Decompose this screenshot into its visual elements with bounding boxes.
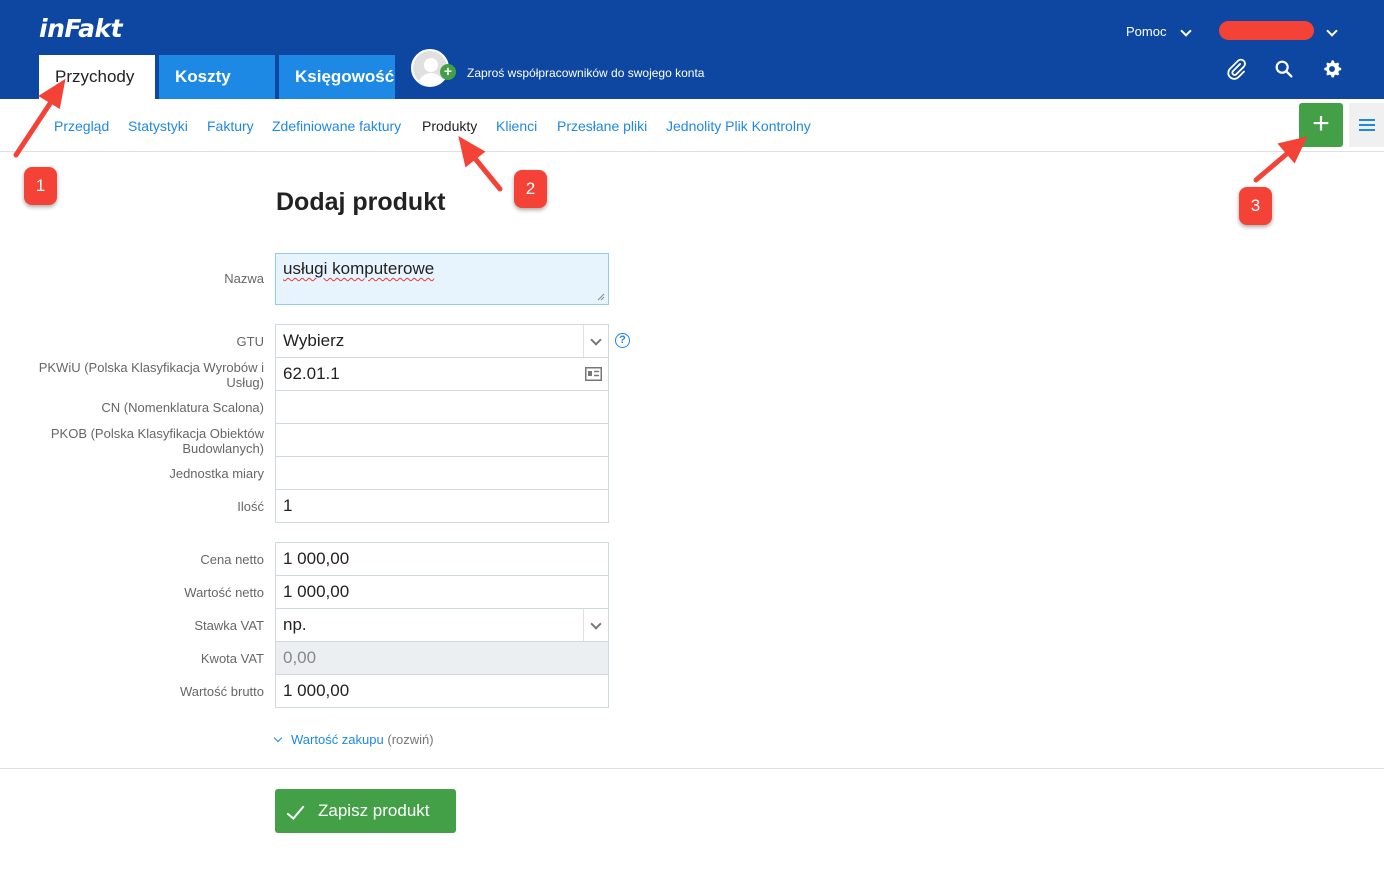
divider	[0, 768, 1384, 769]
annotation-badge-3: 3	[1239, 187, 1272, 225]
subnav-statystyki[interactable]: Statystyki	[128, 118, 188, 134]
vat-rate-value: np.	[283, 615, 307, 634]
label-cn: CN (Nomenklatura Scalona)	[101, 400, 264, 415]
vat-amount-value: 0,00	[283, 648, 317, 667]
help-icon[interactable]: ?	[615, 333, 630, 348]
gtu-select[interactable]: Wybierz	[275, 324, 609, 358]
label-kwota-vat: Kwota VAT	[200, 651, 264, 666]
expand-suffix: (rozwiń)	[387, 732, 434, 747]
gross-value-input[interactable]: 1 000,00	[275, 674, 609, 708]
net-value-value: 1 000,00	[283, 582, 350, 601]
label-cena-netto: Cena netto	[200, 552, 264, 567]
top-header: inFakt Przychody Koszty Księgowość + Zap…	[0, 0, 1384, 99]
cn-input[interactable]	[275, 390, 609, 424]
subnav-klienci[interactable]: Klienci	[496, 118, 537, 134]
net-price-input[interactable]: 1 000,00	[275, 542, 609, 576]
tab-koszty[interactable]: Koszty	[159, 55, 275, 99]
label-stawka-vat: Stawka VAT	[194, 618, 264, 633]
label-wartosc-netto: Wartość netto	[184, 585, 264, 600]
name-value: usługi komputerowe	[283, 259, 435, 278]
page-title: Dodaj produkt	[276, 188, 446, 216]
unit-input[interactable]	[275, 456, 609, 490]
label-ilosc: Ilość	[237, 499, 264, 514]
save-product-button[interactable]: Zapisz produkt	[275, 789, 456, 833]
tab-label: Przychody	[55, 67, 135, 86]
tab-ksiegowosc[interactable]: Księgowość	[279, 55, 395, 99]
check-icon	[286, 801, 305, 820]
paperclip-icon[interactable]	[1225, 58, 1247, 80]
pkwiu-input[interactable]: 62.01.1	[275, 357, 609, 391]
user-account-menu[interactable]	[1219, 21, 1314, 40]
invite-coworkers-link[interactable]: Zaproś współpracowników do swojego konta	[467, 66, 704, 80]
quantity-input[interactable]: 1	[275, 489, 609, 523]
save-label: Zapisz produkt	[318, 801, 430, 820]
label-pkob: PKOB (Polska Klasyfikacja Obiektów Budow…	[50, 426, 264, 456]
label-wartosc-brutto: Wartość brutto	[179, 684, 264, 699]
expand-link[interactable]: Wartość zakupu	[291, 732, 384, 747]
annotation-badge-1: 1	[24, 167, 57, 205]
chevron-down-icon[interactable]	[1180, 25, 1192, 37]
add-button[interactable]: +	[1299, 103, 1343, 147]
vat-amount-input: 0,00	[275, 641, 609, 675]
search-icon[interactable]	[1273, 58, 1295, 80]
tab-label: Koszty	[175, 67, 231, 86]
subnav-jpk[interactable]: Jednolity Plik Kontrolny	[666, 118, 811, 134]
purchase-value-toggle[interactable]: Wartość zakupu (rozwiń)	[273, 732, 434, 747]
quantity-value: 1	[283, 496, 293, 515]
net-value-input[interactable]: 1 000,00	[275, 575, 609, 609]
net-price-value: 1 000,00	[283, 549, 350, 568]
annotation-badge-2: 2	[514, 170, 547, 208]
subnav-przeslane-pliki[interactable]: Przesłane pliki	[557, 118, 647, 134]
chevron-down-icon	[273, 733, 283, 743]
annotation-arrow-3	[1253, 149, 1292, 183]
subnav-faktury[interactable]: Faktury	[207, 118, 254, 134]
app-logo[interactable]: inFakt	[39, 14, 123, 43]
gear-icon[interactable]	[1321, 58, 1343, 80]
gtu-value: Wybierz	[283, 331, 345, 350]
chevron-down-icon[interactable]	[1326, 25, 1338, 37]
annotation-arrow-2	[470, 153, 503, 192]
catalog-icon[interactable]	[585, 367, 602, 381]
subnav-przeglad[interactable]: Przegląd	[54, 118, 109, 134]
tab-przychody[interactable]: Przychody	[39, 55, 155, 99]
sub-navigation: Przegląd Statystyki Faktury Zdefiniowane…	[0, 99, 1384, 152]
chevron-down-icon	[590, 334, 602, 346]
label-gtu: GTU	[236, 334, 264, 349]
help-menu[interactable]: Pomoc	[1126, 24, 1166, 39]
resize-handle-icon[interactable]	[597, 293, 605, 301]
name-textarea[interactable]: usługi komputerowe	[275, 253, 609, 305]
tab-label: Księgowość	[295, 67, 395, 86]
label-jednostka-miary: Jednostka miary	[169, 466, 264, 481]
subnav-produkty[interactable]: Produkty	[422, 118, 477, 134]
invite-plus-icon[interactable]: +	[440, 64, 456, 80]
hamburger-menu-icon[interactable]	[1349, 103, 1384, 147]
gross-value-value: 1 000,00	[283, 681, 350, 700]
subnav-zdefiniowane-faktury[interactable]: Zdefiniowane faktury	[272, 118, 401, 134]
vat-rate-select[interactable]: np.	[275, 608, 609, 642]
chevron-down-icon	[590, 618, 602, 630]
pkwiu-value: 62.01.1	[283, 364, 340, 383]
label-nazwa: Nazwa	[224, 271, 264, 286]
pkob-input[interactable]	[275, 423, 609, 457]
label-pkwiu: PKWiU (Polska Klasyfikacja Wyrobów i Usł…	[38, 360, 264, 390]
